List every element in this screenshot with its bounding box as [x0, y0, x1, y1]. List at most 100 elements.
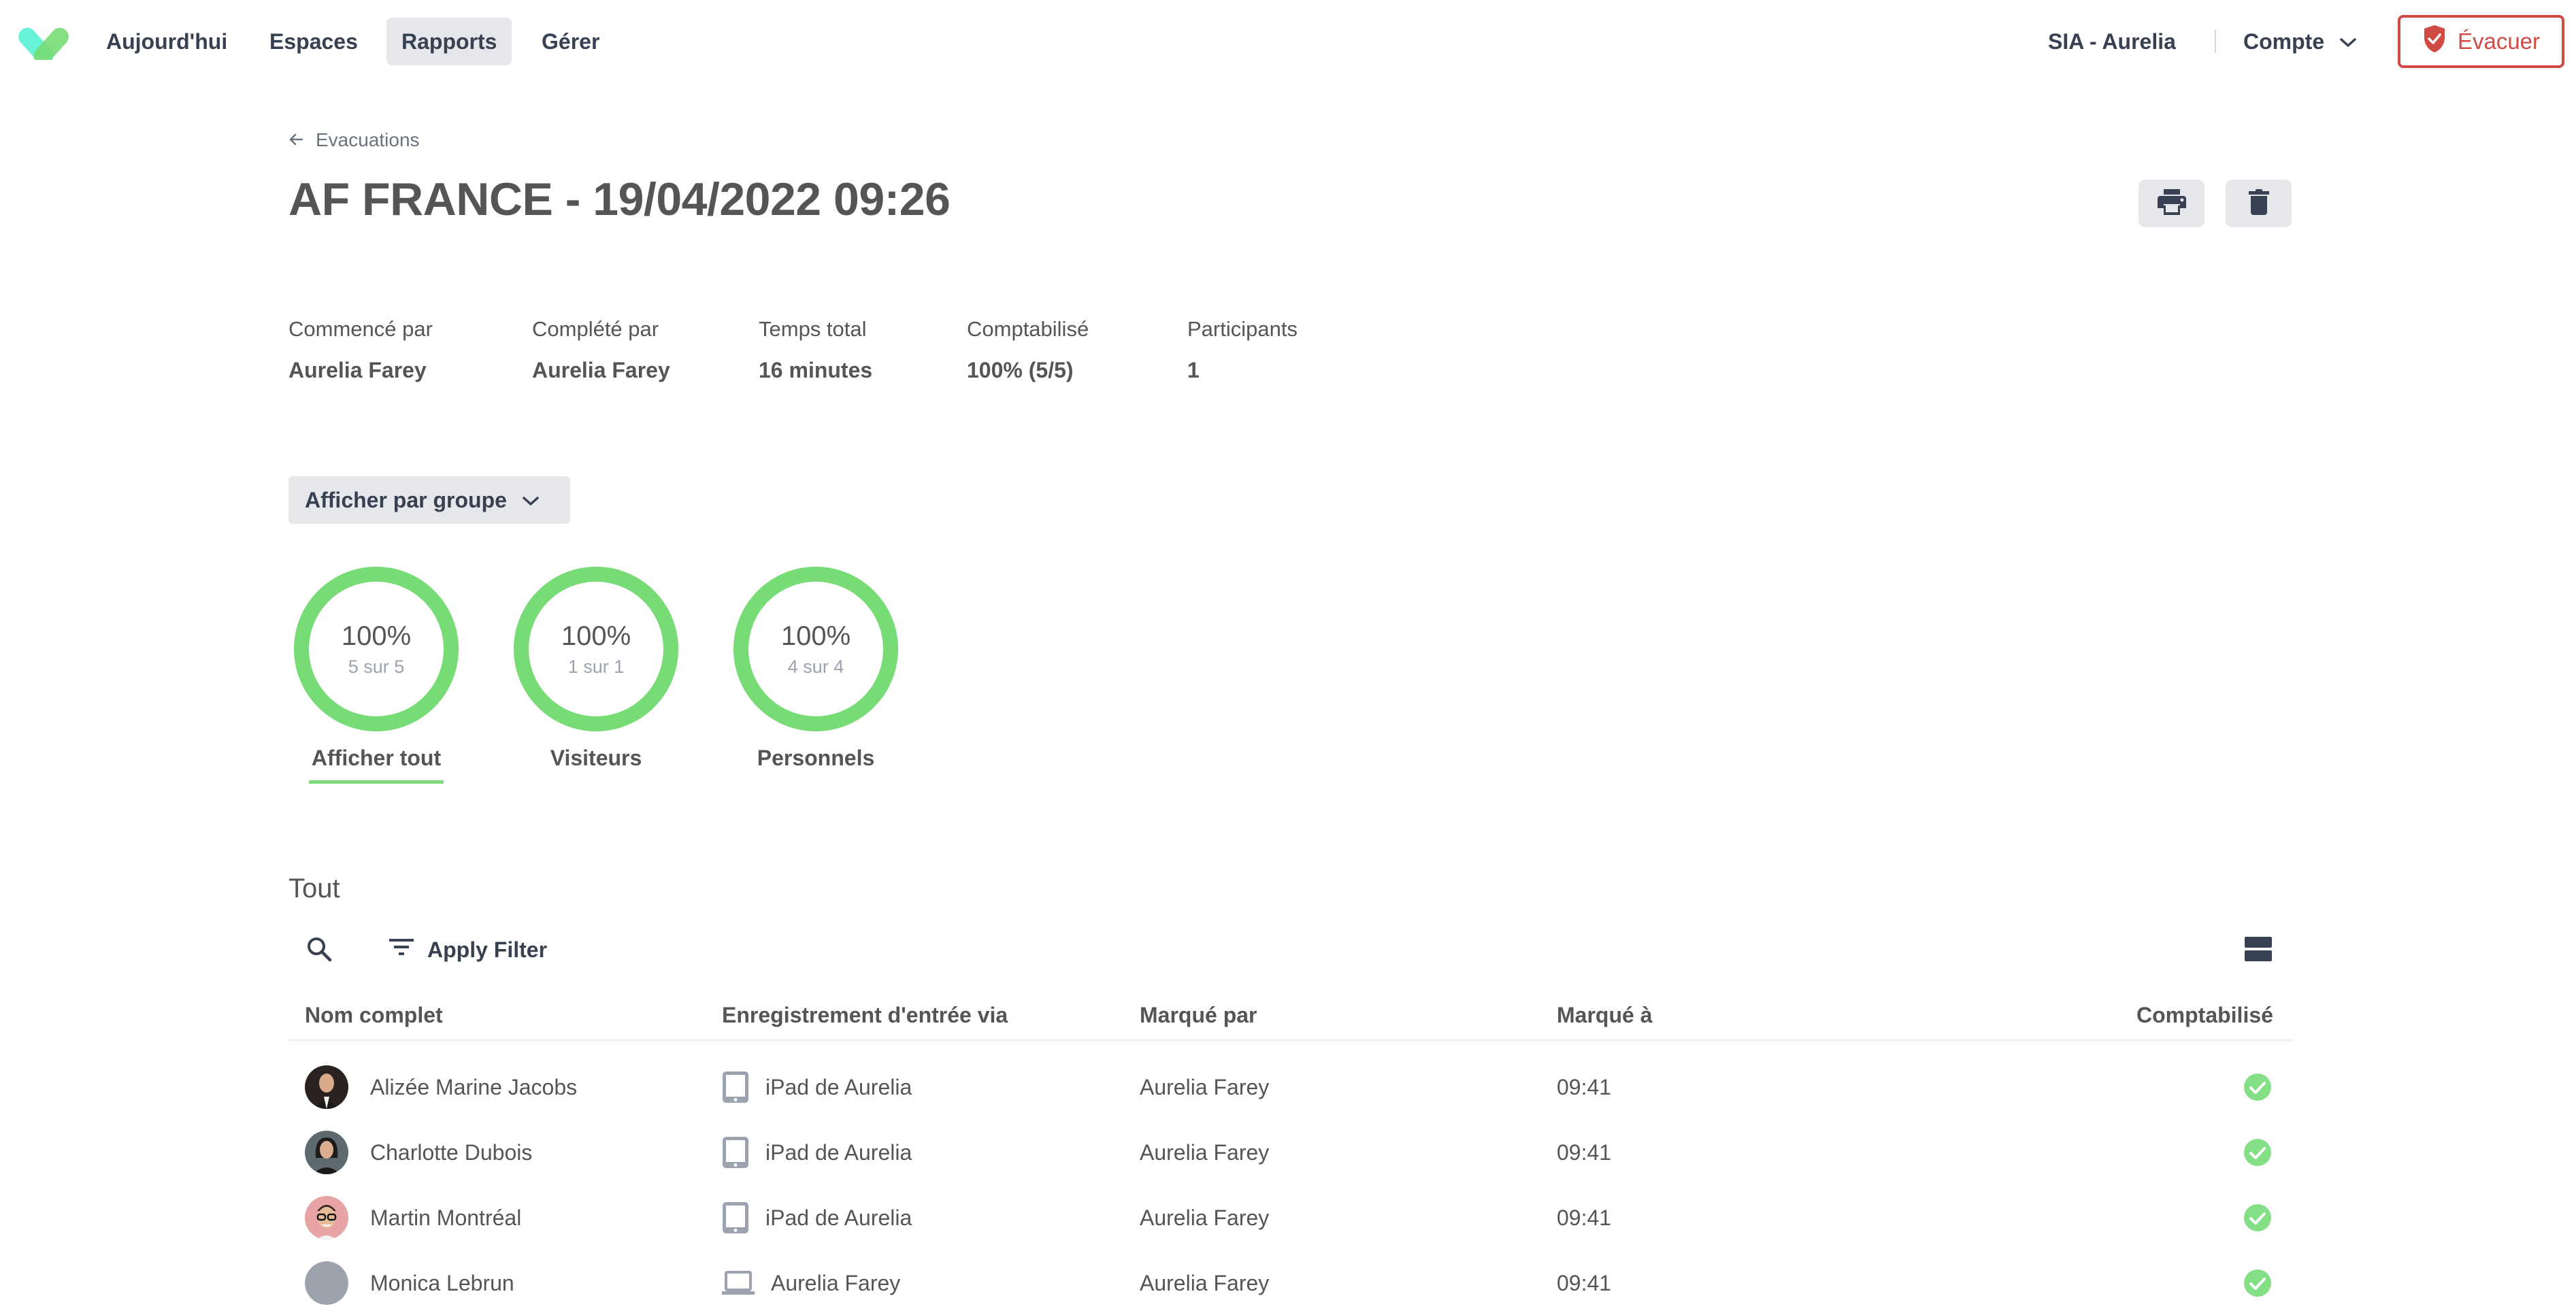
evacuate-label: Évacuer — [2457, 29, 2541, 54]
marked-at: 09:41 — [1557, 1270, 1612, 1295]
person-name: Monica Lebrun — [370, 1270, 514, 1295]
section-title: Tout — [288, 874, 340, 903]
stat-label: Participants — [1187, 317, 1298, 341]
avatar — [305, 1065, 348, 1109]
ring-count: 4 sur 4 — [787, 656, 844, 677]
breadcrumb-link[interactable]: Evacuations — [316, 129, 420, 151]
stat-value: Aurelia Farey — [288, 358, 427, 382]
stat-label: Temps total — [759, 317, 867, 341]
nav-item-aujourdhui[interactable]: Aujourd'hui — [91, 18, 242, 65]
ring-count: 5 sur 5 — [348, 656, 405, 677]
accounted-check-icon[interactable] — [2244, 1185, 2271, 1250]
tablet-icon — [722, 1201, 749, 1234]
top-nav: Aujourd'hui Espaces Rapports Gérer SIA -… — [0, 0, 2576, 82]
column-header-accounted[interactable]: Comptabilisé — [2136, 1003, 2273, 1028]
person-name: Martin Montréal — [370, 1205, 522, 1230]
progress-ring: 100% 5 sur 5 — [293, 566, 459, 732]
marked-at: 09:41 — [1557, 1140, 1612, 1165]
breadcrumb[interactable]: Evacuations — [288, 129, 420, 151]
chevron-down-icon — [2339, 18, 2357, 65]
account-menu[interactable]: Compte — [2243, 18, 2357, 65]
stat-started-by: Commencé par Aurelia Farey — [288, 317, 433, 383]
group-label: Personnels — [757, 746, 875, 770]
column-header-checkin-via[interactable]: Enregistrement d'entrée via — [722, 1003, 1008, 1028]
ring-percent: 100% — [780, 620, 851, 651]
column-header-marked-at[interactable]: Marqué à — [1557, 1003, 1652, 1028]
group-label: Afficher tout — [311, 746, 442, 770]
marked-at: 09:41 — [1557, 1205, 1612, 1230]
evacuate-button[interactable]: Évacuer — [2398, 15, 2564, 68]
tablet-icon — [722, 1136, 749, 1169]
stat-value: 1 — [1187, 358, 1200, 382]
nav-item-rapports[interactable]: Rapports — [386, 18, 512, 65]
print-button[interactable] — [2139, 180, 2205, 227]
density-toggle-button[interactable] — [2244, 936, 2273, 962]
accounted-check-icon[interactable] — [2244, 1120, 2271, 1185]
stat-participants: Participants 1 — [1187, 317, 1298, 383]
table-header-divider — [288, 1039, 2293, 1042]
table-row[interactable]: Martin Montréal iPad de Aurelia Aurelia … — [288, 1185, 2293, 1250]
active-tab-indicator — [309, 780, 444, 784]
trash-icon — [2248, 188, 2269, 218]
nav-item-espaces[interactable]: Espaces — [254, 18, 373, 65]
accounted-check-icon[interactable] — [2244, 1054, 2271, 1120]
marked-by: Aurelia Farey — [1140, 1205, 1270, 1230]
checkin-device: iPad de Aurelia — [765, 1205, 912, 1230]
stat-completed-by: Complété par Aurelia Farey — [532, 317, 670, 383]
app-logo-icon[interactable] — [15, 19, 72, 65]
apply-filter-button[interactable]: Apply Filter — [388, 935, 547, 965]
account-label: Compte — [2243, 29, 2325, 54]
stat-label: Commencé par — [288, 317, 433, 341]
ring-percent: 100% — [561, 620, 631, 651]
progress-ring: 100% 1 sur 1 — [513, 566, 679, 732]
table-row[interactable]: Alizée Marine Jacobs iPad de Aurelia Aur… — [288, 1054, 2293, 1120]
group-tab-staff[interactable]: 100% 4 sur 4 Personnels — [733, 566, 899, 771]
checkin-device: iPad de Aurelia — [765, 1074, 912, 1099]
stat-value: 16 minutes — [759, 358, 873, 382]
group-by-dropdown[interactable]: Afficher par groupe — [288, 476, 570, 524]
stat-value: 100% (5/5) — [967, 358, 1074, 382]
marked-at: 09:41 — [1557, 1074, 1612, 1099]
avatar-placeholder — [305, 1261, 348, 1305]
checkin-device: Aurelia Farey — [771, 1270, 901, 1295]
accounted-check-icon[interactable] — [2244, 1250, 2271, 1313]
shield-check-icon — [2422, 24, 2447, 59]
stat-value: Aurelia Farey — [532, 358, 670, 382]
person-name: Charlotte Dubois — [370, 1140, 533, 1165]
ring-percent: 100% — [341, 620, 412, 651]
ring-count: 1 sur 1 — [567, 656, 625, 677]
view-rows-icon — [2244, 937, 2273, 965]
stat-accounted: Comptabilisé 100% (5/5) — [967, 317, 1089, 383]
chevron-down-icon — [522, 488, 540, 513]
checkin-device: iPad de Aurelia — [765, 1140, 912, 1165]
column-header-marked-by[interactable]: Marqué par — [1140, 1003, 1257, 1028]
table-row[interactable]: Charlotte Dubois iPad de Aurelia Aurelia… — [288, 1120, 2293, 1185]
table-row[interactable]: Monica Lebrun Aurelia Farey Aurelia Fare… — [288, 1250, 2293, 1313]
avatar — [305, 1131, 348, 1174]
laptop-icon — [722, 1269, 755, 1297]
tablet-icon — [722, 1071, 749, 1103]
progress-ring: 100% 4 sur 4 — [733, 566, 899, 732]
print-icon — [2157, 188, 2186, 218]
stat-total-time: Temps total 16 minutes — [759, 317, 872, 383]
org-name[interactable]: SIA - Aurelia — [2048, 18, 2176, 65]
apply-filter-label: Apply Filter — [427, 937, 548, 962]
page-title: AF FRANCE - 19/04/2022 09:26 — [288, 173, 951, 225]
column-header-name[interactable]: Nom complet — [305, 1003, 443, 1028]
search-button[interactable] — [305, 935, 335, 965]
group-tab-visitors[interactable]: 100% 1 sur 1 Visiteurs — [513, 566, 679, 771]
group-label: Visiteurs — [550, 746, 642, 770]
group-tab-all[interactable]: 100% 5 sur 5 Afficher tout — [293, 566, 459, 784]
search-icon — [305, 937, 335, 967]
filter-icon — [388, 937, 415, 963]
stat-label: Comptabilisé — [967, 317, 1089, 341]
delete-button[interactable] — [2226, 180, 2292, 227]
marked-by: Aurelia Farey — [1140, 1074, 1270, 1099]
marked-by: Aurelia Farey — [1140, 1140, 1270, 1165]
avatar — [305, 1196, 348, 1240]
nav-divider — [2215, 30, 2216, 53]
nav-item-gerer[interactable]: Gérer — [527, 18, 614, 65]
person-name: Alizée Marine Jacobs — [370, 1074, 578, 1099]
group-by-label: Afficher par groupe — [305, 487, 507, 512]
arrow-left-icon — [288, 129, 303, 151]
